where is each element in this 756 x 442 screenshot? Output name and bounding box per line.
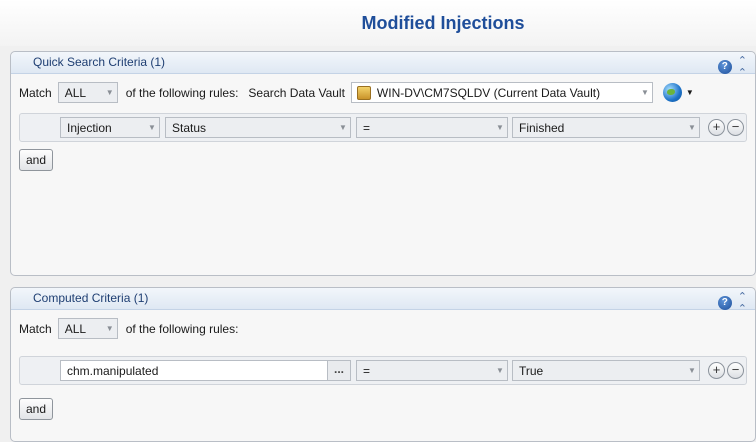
computed-rule-row: chm.manipulated ... = ▼ True ▼ + − <box>19 356 747 385</box>
rule-value-select[interactable]: Finished ▼ <box>512 117 700 138</box>
expression-input[interactable]: chm.manipulated ... <box>60 360 351 381</box>
remove-rule-button[interactable]: − <box>727 119 744 136</box>
and-button[interactable]: and <box>19 149 53 171</box>
remove-rule-button[interactable]: − <box>727 362 744 379</box>
browse-button[interactable]: ... <box>327 361 350 380</box>
database-icon <box>356 85 371 100</box>
chevron-down-icon: ▼ <box>339 123 347 132</box>
chevron-down-icon: ▼ <box>148 123 156 132</box>
quick-rule-row: Injection ▼ Status ▼ = ▼ Finished ▼ + − <box>19 113 747 142</box>
rules-text: of the following rules: <box>125 321 239 336</box>
collapse-icon[interactable]: ⌃ ⌃ <box>738 55 747 79</box>
title-bar: Modified Injections <box>0 0 756 46</box>
match-label: Match <box>19 85 52 100</box>
add-rule-button[interactable]: + <box>708 362 725 379</box>
chevron-down-icon: ▼ <box>105 324 114 333</box>
chevron-down-icon: ▼ <box>688 123 696 132</box>
chevron-down-icon: ▼ <box>105 88 114 97</box>
computed-criteria-panel: Computed Criteria (1) ? ⌃ ⌃ Match ALL ▼ o… <box>10 287 756 442</box>
help-icon[interactable]: ? <box>717 296 732 310</box>
globe-icon <box>662 83 682 102</box>
rule-operator-select[interactable]: = ▼ <box>356 117 508 138</box>
rule-operator-select[interactable]: = ▼ <box>356 360 508 381</box>
chevron-down-icon: ▼ <box>640 88 649 97</box>
data-vault-select[interactable]: WIN-DV\CM7SQLDV (Current Data Vault) ▼ <box>350 82 653 103</box>
page-title: Modified Injections <box>361 12 525 33</box>
add-rule-button[interactable]: + <box>708 119 725 136</box>
rule-entity-select[interactable]: Injection ▼ <box>60 117 160 138</box>
match-select[interactable]: ALL ▼ <box>57 82 118 103</box>
vault-label: Search Data Vault <box>248 85 345 100</box>
match-select[interactable]: ALL ▼ <box>57 318 118 339</box>
computed-criteria-title: Computed Criteria (1) <box>33 291 149 305</box>
quick-search-panel: Quick Search Criteria (1) ? ⌃ ⌃ Match ALL… <box>10 51 756 276</box>
match-label: Match <box>19 321 52 336</box>
chevron-down-icon: ▼ <box>685 88 694 97</box>
quick-search-title: Quick Search Criteria (1) <box>33 55 166 69</box>
chevron-down-icon: ▼ <box>688 366 696 375</box>
chevron-down-icon: ▼ <box>496 366 504 375</box>
globe-menu-button[interactable]: ▼ <box>662 83 694 102</box>
computed-criteria-header[interactable]: Computed Criteria (1) ? ⌃ ⌃ <box>11 288 755 315</box>
chevron-down-icon: ▼ <box>496 123 504 132</box>
help-icon[interactable]: ? <box>717 60 732 74</box>
quick-search-header[interactable]: Quick Search Criteria (1) ? ⌃ ⌃ <box>11 52 755 79</box>
rule-field-select[interactable]: Status ▼ <box>165 117 351 138</box>
collapse-icon[interactable]: ⌃ ⌃ <box>738 291 747 315</box>
rules-text: of the following rules: <box>125 85 239 100</box>
rule-value-select[interactable]: True ▼ <box>512 360 700 381</box>
and-button[interactable]: and <box>19 398 53 420</box>
